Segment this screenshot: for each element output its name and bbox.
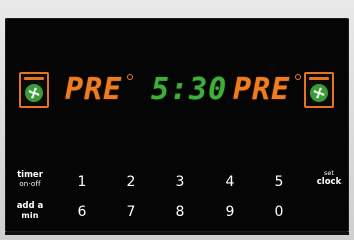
control-panel: PRE 5:30 PRE timer on·off 1 2 3 4 5 set … xyxy=(5,18,349,232)
clock-readout: 5:30 xyxy=(151,72,228,107)
fan-icon xyxy=(25,84,43,102)
key-1-button[interactable]: 1 xyxy=(70,173,94,191)
key-2-button[interactable]: 2 xyxy=(119,173,143,191)
fan-icon xyxy=(310,84,328,102)
key-6-button[interactable]: 6 xyxy=(70,203,94,221)
heater-element-icon xyxy=(309,77,329,80)
oven-display: PRE 5:30 PRE xyxy=(5,68,349,118)
min-label: min xyxy=(21,211,39,220)
key-8-button[interactable]: 8 xyxy=(168,203,192,221)
timer-on-off-button[interactable]: timer on·off xyxy=(10,171,50,189)
key-7-button[interactable]: 7 xyxy=(119,203,143,221)
upper-oven-mode-readout: PRE xyxy=(65,72,123,107)
key-4-button[interactable]: 4 xyxy=(218,173,242,191)
key-3-button[interactable]: 3 xyxy=(168,173,192,191)
timer-label: timer xyxy=(17,170,43,180)
degree-indicator xyxy=(295,74,301,80)
left-oven-fan-icon xyxy=(19,72,49,108)
right-oven-fan-icon xyxy=(304,72,334,108)
key-5-button[interactable]: 5 xyxy=(267,173,291,191)
set-clock-button[interactable]: set clock xyxy=(309,169,349,187)
add-a-min-button[interactable]: add a min xyxy=(10,201,50,221)
heater-element-icon xyxy=(24,77,44,80)
key-9-button[interactable]: 9 xyxy=(218,203,242,221)
clock-label: clock xyxy=(316,177,342,187)
key-0-button[interactable]: 0 xyxy=(267,203,291,221)
panel-bottom-edge xyxy=(5,232,349,235)
lower-oven-mode-readout: PRE xyxy=(233,72,291,107)
add-a-label: add a xyxy=(16,201,44,211)
timer-sub-label: on·off xyxy=(19,180,41,188)
degree-indicator xyxy=(127,74,133,80)
